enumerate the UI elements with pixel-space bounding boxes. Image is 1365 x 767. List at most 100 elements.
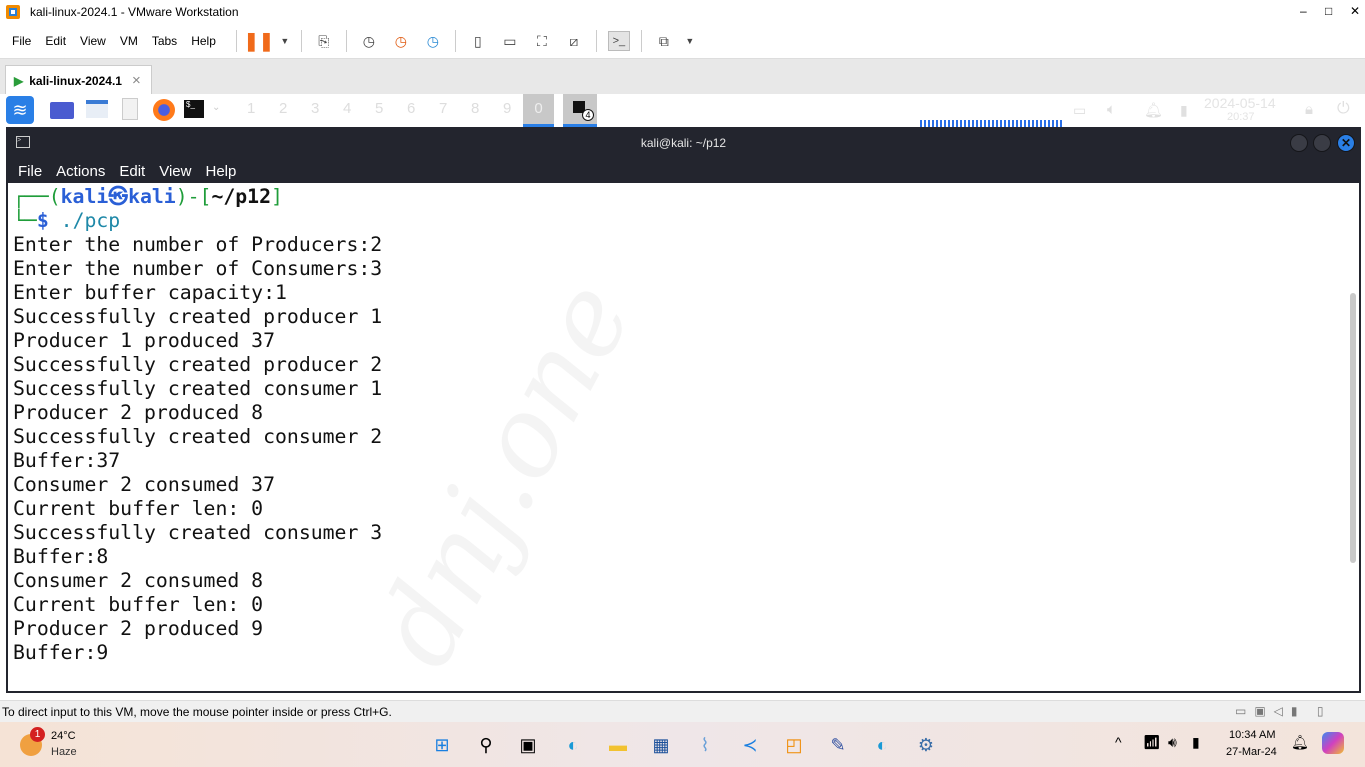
workspace-2[interactable]: 2 [279,100,287,117]
pause-icon[interactable]: ❚❚ [244,31,274,51]
resource-monitor-icon[interactable]: ⌇ [692,732,718,758]
output-line: Buffer:37 [13,449,121,472]
terminal-menu-edit[interactable]: Edit [119,163,145,180]
speaker-icon[interactable]: 🔊︎ [1168,734,1177,751]
library-view-icon[interactable]: ▯ [467,31,489,51]
close-button[interactable]: ✕ [1350,4,1360,18]
edge-icon[interactable]: ◐ [560,732,586,758]
menu-view[interactable]: View [80,34,106,48]
wifi-icon[interactable]: 📶︎ [1143,734,1161,751]
firefox-icon[interactable] [153,99,175,121]
output-line: Successfully created consumer 1 [13,377,383,400]
file-explorer-icon[interactable]: ▬ [605,732,631,758]
stretch-guest-icon[interactable]: ⧉ [653,31,675,51]
copilot-icon[interactable] [1322,732,1344,754]
panel-date[interactable]: 2024-05-14 [1204,95,1276,111]
chevron-down-icon[interactable]: ▼ [280,31,290,51]
menu-help[interactable]: Help [191,34,216,48]
divider [454,30,456,52]
scrollbar[interactable] [1350,293,1356,563]
panel-time[interactable]: 20:37 [1227,111,1255,123]
tab-vm[interactable]: ▶ kali-linux-2024.1 × [5,65,152,95]
terminal-minimize-button[interactable] [1290,134,1308,152]
workspace-4[interactable]: 4 [343,100,351,117]
workspace-5[interactable]: 5 [375,100,383,117]
status-bar: To direct input to this VM, move the mou… [0,700,1365,722]
watermark: dnj.one [350,262,657,686]
settings-icon[interactable]: ⚙ [913,732,939,758]
task-view-icon[interactable]: ▣ [515,732,541,758]
prompt-user: kali [60,185,109,208]
clock-time[interactable]: 10:34 AM [1229,729,1275,741]
menu-vm[interactable]: VM [120,34,138,48]
terminal-menu-help[interactable]: Help [205,163,236,180]
desktop-icon[interactable] [50,102,74,119]
terminal-launcher-icon[interactable]: $_ [184,100,204,118]
taskbar-terminal-window[interactable]: 4 [563,94,597,127]
terminal-screen[interactable]: dnj.one ┌──(kali㉿kali)-[~/p12]└─$ ./pcpE… [8,183,1359,691]
start-icon[interactable]: ⊞ [429,732,455,758]
menu-tabs[interactable]: Tabs [152,34,177,48]
search-icon[interactable]: ⚲ [473,732,499,758]
vmware-logo-icon [6,5,20,19]
terminal-maximize-button[interactable] [1313,134,1331,152]
chevron-down-icon[interactable]: ⌄ [212,102,220,113]
unity-icon[interactable]: ⧄ [563,31,585,51]
workspace-7[interactable]: 7 [439,100,447,117]
battery-icon[interactable]: ▮ [1192,734,1200,751]
workspace-0[interactable]: 0 [523,94,554,127]
workspace-3[interactable]: 3 [311,100,319,117]
terminal-title: kali@kali: ~/p12 [640,136,727,150]
weather-temp[interactable]: 24°C [51,730,76,742]
menu-edit[interactable]: Edit [45,34,66,48]
notification-bell-icon[interactable]: 🔔︎ [1291,734,1309,751]
tab-close-button[interactable]: × [132,72,141,89]
terminal-menu-file[interactable]: File [18,163,42,180]
clock-date[interactable]: 27-Mar-24 [1226,746,1277,758]
kali-menu-icon[interactable]: ≋ [6,96,34,124]
output-line: Current buffer len: 0 [13,593,264,616]
snapshot-manager-icon[interactable]: ◷ [422,31,444,51]
minimize-button[interactable]: – [1300,4,1307,18]
console-view-icon[interactable]: >_ [607,31,630,51]
lock-icon[interactable]: 🔒︎ [1305,101,1313,118]
tab-strip: ▶ kali-linux-2024.1 × [0,58,1365,95]
terminal-menu-actions[interactable]: Actions [56,163,105,180]
snapshot-take-icon[interactable]: ◷ [358,31,380,51]
vmware-icon[interactable]: ◰ [781,732,807,758]
device-icons[interactable]: ▭▣◁▮ ▯ [1235,704,1331,718]
maximize-button[interactable]: □ [1325,4,1332,18]
window-title: kali-linux-2024.1 - VMware Workstation [30,5,239,19]
vscode-icon[interactable]: ≺ [737,732,763,758]
battery-icon[interactable]: ▮ [1180,102,1188,119]
paint-icon[interactable]: ✎ [825,732,851,758]
notification-bell-icon[interactable]: 🔔︎ [1144,101,1163,119]
workspace-9[interactable]: 9 [503,100,511,117]
thumbnail-bar-icon[interactable]: ▭ [499,31,521,51]
show-hidden-icons-chevron[interactable]: ^ [1115,734,1122,750]
workspace-6[interactable]: 6 [407,100,415,117]
status-text: To direct input to this VM, move the mou… [2,704,392,719]
terminal-app-icon: > [16,136,30,148]
terminal-menu-view[interactable]: View [159,163,191,180]
prompt-host: kali [128,185,176,208]
snapshot-revert-icon[interactable]: ◷ [390,31,412,51]
store-icon[interactable]: ▦ [648,732,674,758]
workspace-8[interactable]: 8 [471,100,479,117]
chevron-down-icon[interactable]: ▼ [685,31,695,51]
workspace-1[interactable]: 1 [247,100,255,117]
edge-profile-icon[interactable]: ◐ [869,732,895,758]
file-manager-icon[interactable] [86,100,108,118]
weather-desc[interactable]: Haze [51,746,77,758]
output-line: Producer 2 produced 9 [13,617,264,640]
logout-icon[interactable]: ⏻ [1337,100,1350,118]
volume-icon[interactable]: 🔈︎ [1107,101,1116,118]
text-editor-icon[interactable] [122,98,138,120]
send-ctrl-alt-del-icon[interactable]: ⎘ [313,31,335,51]
output-line: Current buffer len: 0 [13,497,264,520]
full-screen-icon[interactable]: ⛶ [531,31,553,51]
terminal-close-button[interactable]: ✕ [1337,134,1355,152]
command-line: └─$ ./pcp [13,209,121,232]
menu-file[interactable]: File [12,34,31,48]
network-icon[interactable]: ▭ [1073,102,1086,119]
